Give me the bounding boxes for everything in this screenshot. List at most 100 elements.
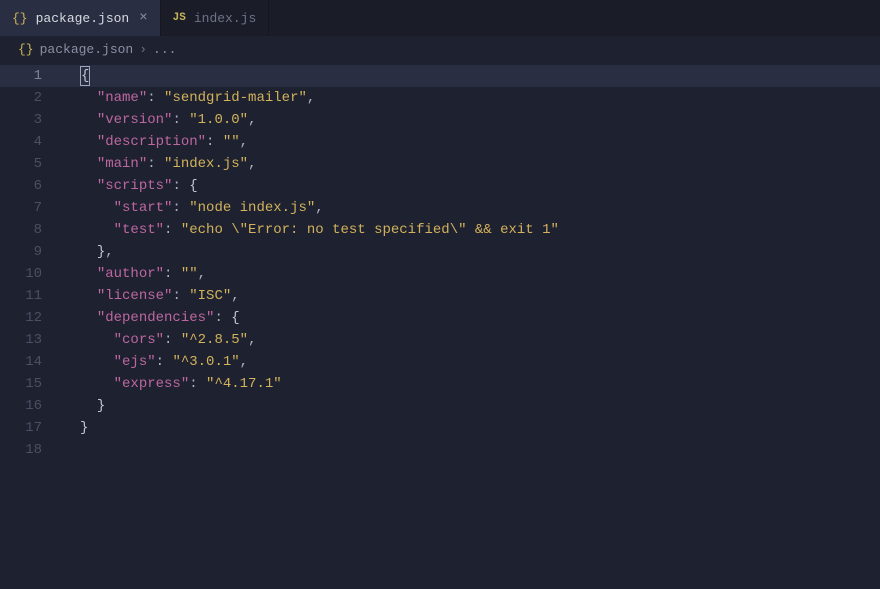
- close-icon[interactable]: ×: [139, 10, 147, 26]
- token-k: "test": [114, 222, 164, 238]
- line-number: 16: [0, 395, 64, 417]
- code-line[interactable]: "author": "",: [64, 263, 880, 285]
- code-line[interactable]: "name": "sendgrid-mailer",: [64, 87, 880, 109]
- token-s: "index.js": [164, 156, 248, 172]
- token-p: :: [172, 112, 189, 128]
- code-area[interactable]: { "name": "sendgrid-mailer", "version": …: [64, 62, 880, 589]
- code-line[interactable]: "cors": "^2.8.5",: [64, 329, 880, 351]
- token-br: }: [80, 420, 88, 436]
- token-k: "dependencies": [97, 310, 215, 326]
- token-p: :: [172, 288, 189, 304]
- line-number: 7: [0, 197, 64, 219]
- token-p: [80, 266, 97, 282]
- token-k: "start": [114, 200, 173, 216]
- code-line[interactable]: "test": "echo \"Error: no test specified…: [64, 219, 880, 241]
- token-s: "": [181, 266, 198, 282]
- token-br: {: [189, 178, 197, 194]
- token-k: "version": [97, 112, 173, 128]
- code-line[interactable]: "express": "^4.17.1": [64, 373, 880, 395]
- json-braces-icon: {}: [12, 11, 28, 26]
- code-line[interactable]: "description": "",: [64, 131, 880, 153]
- token-k: "scripts": [97, 178, 173, 194]
- token-p: :: [164, 332, 181, 348]
- token-s: "echo \"Error: no test specified\" && ex…: [181, 222, 559, 238]
- token-p: [80, 376, 114, 392]
- code-line[interactable]: "start": "node index.js",: [64, 197, 880, 219]
- token-p: :: [206, 134, 223, 150]
- token-p: :: [147, 156, 164, 172]
- token-p: [80, 398, 97, 414]
- token-br: {: [231, 310, 239, 326]
- line-number: 9: [0, 241, 64, 263]
- code-line[interactable]: }: [64, 417, 880, 439]
- token-k: "main": [97, 156, 147, 172]
- token-p: ,: [315, 200, 323, 216]
- token-p: [80, 310, 97, 326]
- code-line[interactable]: },: [64, 241, 880, 263]
- line-number: 14: [0, 351, 64, 373]
- token-p: ,: [231, 288, 239, 304]
- code-line[interactable]: "dependencies": {: [64, 307, 880, 329]
- token-p: ,: [198, 266, 206, 282]
- token-k: "description": [97, 134, 206, 150]
- token-s: "node index.js": [189, 200, 315, 216]
- token-p: :: [214, 310, 231, 326]
- line-number-gutter: 123456789101112131415161718: [0, 62, 64, 589]
- code-editor[interactable]: 123456789101112131415161718 { "name": "s…: [0, 62, 880, 589]
- line-number: 5: [0, 153, 64, 175]
- token-p: [80, 178, 97, 194]
- token-p: [80, 354, 114, 370]
- token-p: :: [189, 376, 206, 392]
- chevron-right-icon: ›: [139, 42, 147, 57]
- token-cursor-br: {: [80, 66, 90, 86]
- json-braces-icon: {}: [18, 42, 34, 57]
- token-k: "ejs": [114, 354, 156, 370]
- line-number: 10: [0, 263, 64, 285]
- code-line[interactable]: "main": "index.js",: [64, 153, 880, 175]
- token-p: :: [172, 200, 189, 216]
- token-k: "express": [114, 376, 190, 392]
- token-p: :: [156, 354, 173, 370]
- code-line[interactable]: "version": "1.0.0",: [64, 109, 880, 131]
- code-line[interactable]: "scripts": {: [64, 175, 880, 197]
- token-p: ,: [240, 134, 248, 150]
- line-number: 11: [0, 285, 64, 307]
- line-number: 4: [0, 131, 64, 153]
- token-p: ,: [307, 90, 315, 106]
- token-p: ,: [248, 332, 256, 348]
- token-p: :: [147, 90, 164, 106]
- token-k: "author": [97, 266, 164, 282]
- token-br: }: [97, 398, 105, 414]
- line-number: 13: [0, 329, 64, 351]
- token-s: "^4.17.1": [206, 376, 282, 392]
- token-p: [80, 222, 114, 238]
- breadcrumb[interactable]: {} package.json › ...: [0, 36, 880, 62]
- code-line[interactable]: "license": "ISC",: [64, 285, 880, 307]
- token-s: "1.0.0": [189, 112, 248, 128]
- line-number: 3: [0, 109, 64, 131]
- tab-package-json[interactable]: {}package.json×: [0, 0, 161, 36]
- line-number: 15: [0, 373, 64, 395]
- js-icon: JS: [173, 12, 186, 24]
- token-p: [80, 200, 114, 216]
- tab-index-js[interactable]: JS index.js: [161, 0, 270, 36]
- code-line[interactable]: {: [64, 65, 880, 87]
- line-number: 18: [0, 439, 64, 461]
- token-k: "name": [97, 90, 147, 106]
- line-number: 6: [0, 175, 64, 197]
- token-s: "": [223, 134, 240, 150]
- breadcrumb-trail: ...: [153, 42, 176, 57]
- code-line[interactable]: }: [64, 395, 880, 417]
- token-p: :: [164, 222, 181, 238]
- line-number: 1: [0, 65, 64, 87]
- line-number: 12: [0, 307, 64, 329]
- token-k: "license": [97, 288, 173, 304]
- tab-label: index.js: [194, 11, 256, 26]
- token-p: [80, 288, 97, 304]
- line-number: 8: [0, 219, 64, 241]
- code-line[interactable]: "ejs": "^3.0.1",: [64, 351, 880, 373]
- token-p: [80, 156, 97, 172]
- token-p: :: [172, 178, 189, 194]
- code-line[interactable]: [64, 439, 880, 461]
- token-s: "^3.0.1": [172, 354, 239, 370]
